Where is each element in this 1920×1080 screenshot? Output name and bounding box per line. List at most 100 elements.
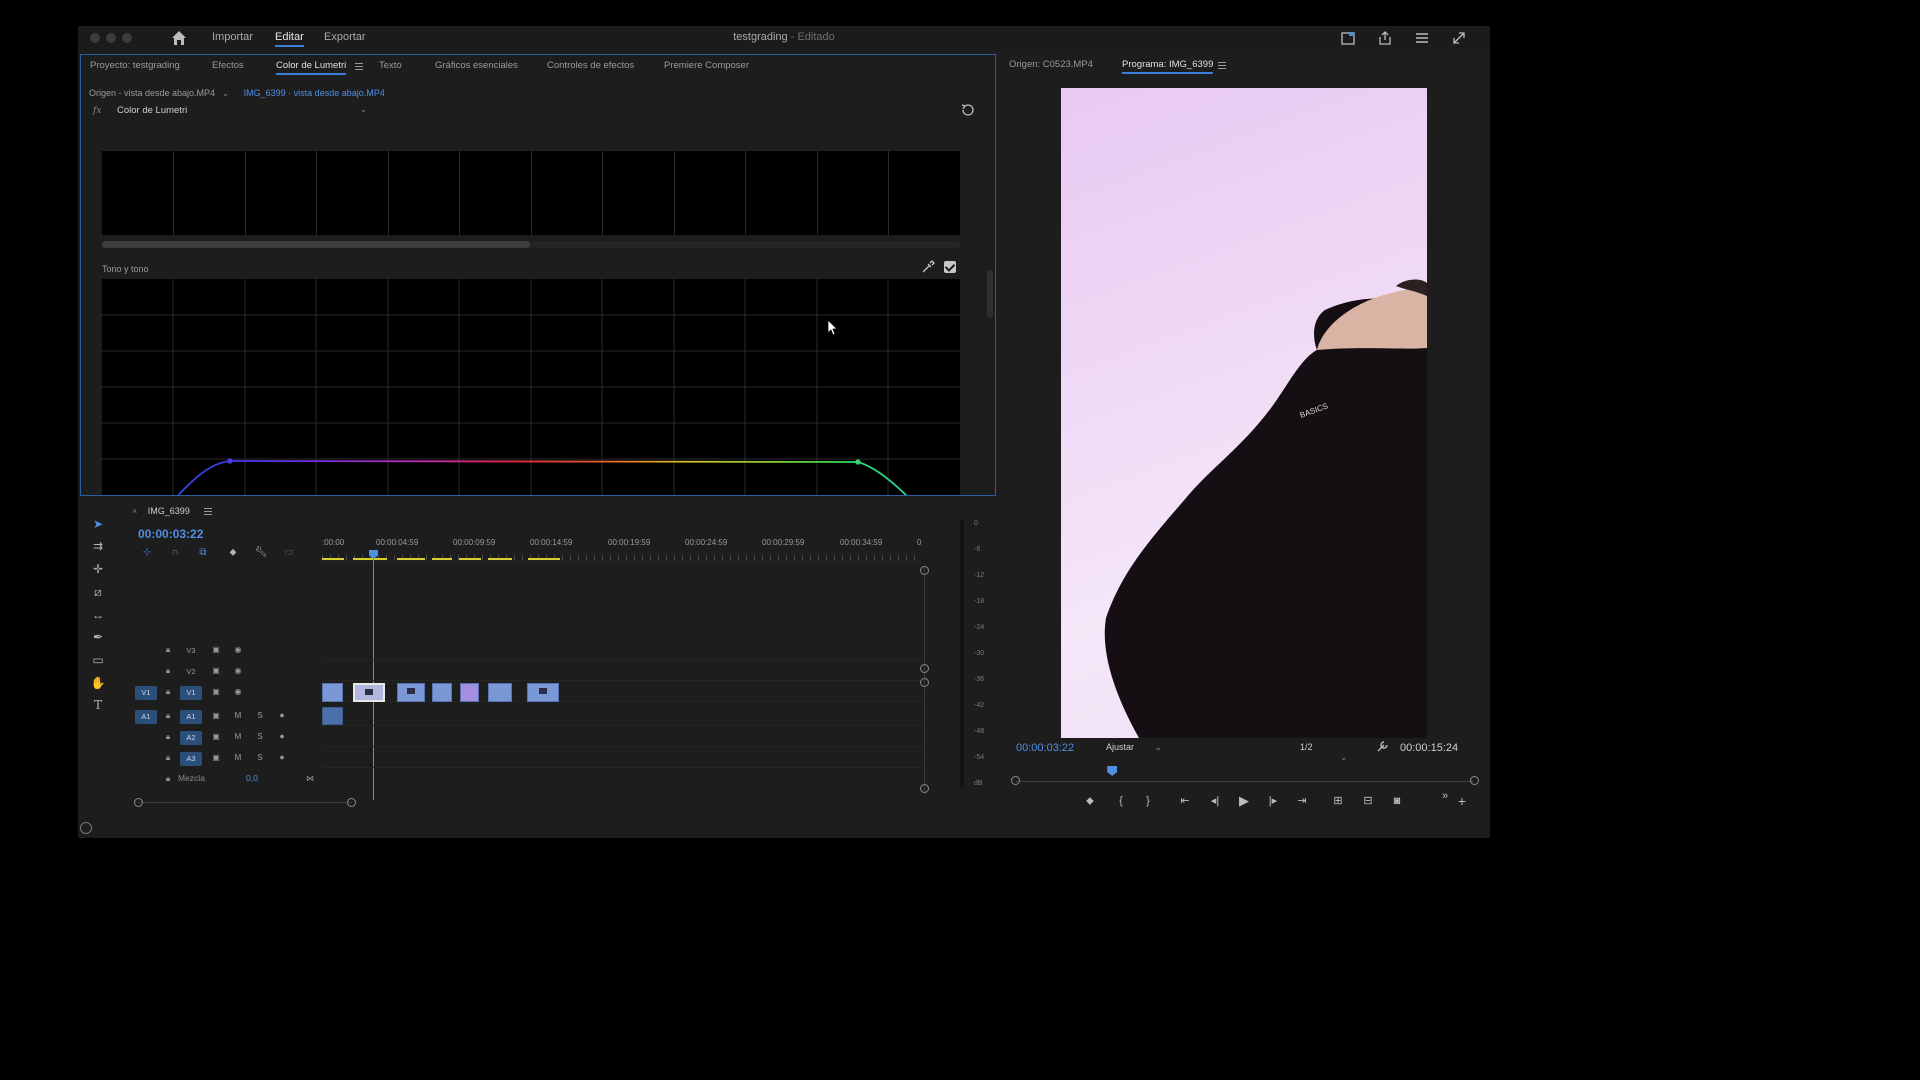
mix-value[interactable]: 0,0 <box>246 773 258 783</box>
button-editor-icon[interactable]: + <box>1455 794 1469 808</box>
lock-icon[interactable]: 🔒︎ <box>162 731 174 743</box>
scroll-handle[interactable] <box>920 784 929 793</box>
menu-icon[interactable] <box>1413 29 1431 47</box>
more-buttons-icon[interactable]: » <box>1438 789 1452 803</box>
tab-program-monitor[interactable]: Programa: IMG_6399 <box>1122 59 1214 74</box>
program-scrub-bar[interactable] <box>1011 766 1479 785</box>
scroll-handle[interactable] <box>920 678 929 687</box>
solo-button[interactable]: S <box>254 752 266 764</box>
slip-tool-icon[interactable]: ↔ <box>90 607 106 623</box>
playback-resolution-select[interactable]: 1/2 ⌄ <box>1300 742 1362 763</box>
lock-icon[interactable]: 🔒︎ <box>162 665 174 677</box>
track-lane[interactable] <box>322 640 922 660</box>
lock-icon[interactable]: 🔒︎ <box>162 773 174 785</box>
lock-icon[interactable]: 🔒︎ <box>162 752 174 764</box>
scroll-handle[interactable] <box>347 798 356 807</box>
reset-icon[interactable] <box>959 103 975 119</box>
program-playhead[interactable] <box>1107 766 1118 776</box>
tab-premiere-composer[interactable]: Premiere Composer <box>664 60 749 71</box>
hue-vs-sat-curve-view[interactable] <box>102 150 960 235</box>
track-lane[interactable] <box>322 706 922 726</box>
razor-tool-icon[interactable]: ⧄ <box>90 584 106 600</box>
track-name[interactable]: V2 <box>180 665 202 679</box>
wrench-icon[interactable] <box>1376 739 1390 753</box>
sync-lock-icon[interactable]: ▣ <box>210 644 222 656</box>
solo-button[interactable]: S <box>254 731 266 743</box>
program-video-frame[interactable]: BASICS <box>1061 88 1427 738</box>
eye-icon[interactable]: ◉ <box>232 665 244 677</box>
tab-essential-graphics[interactable]: Gráficos esenciales <box>435 60 518 71</box>
linked-selection-icon[interactable]: ⧉ <box>196 546 210 560</box>
nest-sequence-icon[interactable]: ⊹ <box>140 546 154 560</box>
scrollbar-thumb[interactable] <box>102 241 530 248</box>
track-lane[interactable] <box>322 727 922 747</box>
scroll-handle[interactable] <box>920 664 929 673</box>
export-frame-icon[interactable]: ◙ <box>1390 794 1404 808</box>
video-clip[interactable] <box>460 683 479 702</box>
scroll-handle[interactable] <box>920 566 929 575</box>
share-icon[interactable] <box>1376 29 1394 47</box>
sync-lock-icon[interactable]: ▣ <box>210 710 222 722</box>
tab-lumetri-color[interactable]: Color de Lumetri <box>276 60 347 75</box>
tab-project[interactable]: Proyecto: testgrading <box>90 60 180 71</box>
pen-tool-icon[interactable]: ✒ <box>90 629 106 645</box>
fullscreen-icon[interactable] <box>1450 29 1468 47</box>
go-to-in-icon[interactable]: ⇤ <box>1178 794 1192 808</box>
voice-over-icon[interactable]: ⏺ <box>276 731 288 743</box>
step-back-icon[interactable]: ◂| <box>1208 794 1222 808</box>
captions-icon[interactable]: ▭ <box>282 546 296 560</box>
video-clip[interactable] <box>432 683 452 702</box>
horizontal-scrollbar[interactable] <box>102 241 960 248</box>
zoom-fit-select[interactable]: Ajustar ⌄ <box>1106 742 1170 753</box>
track-name[interactable]: A3 <box>180 752 202 766</box>
lock-icon[interactable]: 🔒︎ <box>162 644 174 656</box>
add-marker-icon[interactable]: ⬥ <box>1083 794 1097 808</box>
audio-clip[interactable] <box>322 707 343 725</box>
lock-icon[interactable]: 🔒︎ <box>162 710 174 722</box>
mute-button[interactable]: M <box>232 710 244 722</box>
wrench-icon[interactable]: 🔧︎ <box>254 546 268 560</box>
eyedropper-icon[interactable] <box>921 260 935 274</box>
video-clip[interactable] <box>397 683 425 702</box>
step-forward-icon[interactable]: |▸ <box>1266 794 1280 808</box>
tab-text[interactable]: Texto <box>379 60 402 71</box>
source-patch-a1[interactable]: A1 <box>135 710 157 724</box>
video-clip-selected[interactable] <box>353 683 385 702</box>
timeline-ruler[interactable]: :00:00 00:00:04:59 00:00:09:59 00:00:14:… <box>322 538 922 564</box>
track-select-tool-icon[interactable]: ⇉ <box>90 538 106 554</box>
lock-icon[interactable]: 🔒︎ <box>162 686 174 698</box>
mark-out-icon[interactable]: } <box>1141 794 1155 808</box>
vertical-scrollbar-thumb[interactable] <box>987 270 993 318</box>
eye-icon[interactable]: ◉ <box>232 686 244 698</box>
sequence-clip-label[interactable]: IMG_6399 · vista desde abajo.MP4 <box>244 88 385 98</box>
type-tool-icon[interactable]: T <box>90 697 106 713</box>
add-marker-icon[interactable]: ⬥ <box>226 546 240 560</box>
close-icon[interactable]: × <box>132 506 137 516</box>
overwrite-icon[interactable]: ⊟ <box>1361 794 1375 808</box>
hue-curve-line[interactable] <box>152 460 932 495</box>
track-lane[interactable] <box>322 661 922 681</box>
video-clip[interactable] <box>527 683 559 702</box>
effect-select[interactable]: Color de Lumetri ⌄ <box>117 105 367 119</box>
voice-over-icon[interactable]: ⏺ <box>276 752 288 764</box>
rectangle-tool-icon[interactable]: ▭ <box>90 652 106 668</box>
go-to-out-icon[interactable]: ⇥ <box>1295 794 1309 808</box>
track-name[interactable]: V1 <box>180 686 202 700</box>
timeline-vertical-scrollbar[interactable] <box>920 566 929 793</box>
video-clip[interactable] <box>488 683 512 702</box>
timeline-tab[interactable]: × IMG_6399 <box>132 506 213 516</box>
scroll-handle[interactable] <box>134 798 143 807</box>
scrub-start-handle[interactable] <box>1011 776 1020 785</box>
program-current-time[interactable]: 00:00:03:22 <box>1016 742 1074 754</box>
track-name[interactable]: A1 <box>180 710 202 724</box>
track-lane[interactable] <box>322 682 922 702</box>
timeline-horizontal-scrollbar[interactable] <box>134 798 356 807</box>
panel-menu-icon[interactable] <box>355 63 363 70</box>
solo-button[interactable]: S <box>254 710 266 722</box>
panel-menu-icon[interactable] <box>204 508 213 515</box>
mute-button[interactable]: M <box>232 731 244 743</box>
sync-lock-icon[interactable]: ▣ <box>210 731 222 743</box>
scrub-end-handle[interactable] <box>1470 776 1479 785</box>
track-name[interactable]: V3 <box>180 644 202 658</box>
clip-selector[interactable]: Origen - vista desde abajo.MP4 ⌄ IMG_639… <box>89 88 385 99</box>
